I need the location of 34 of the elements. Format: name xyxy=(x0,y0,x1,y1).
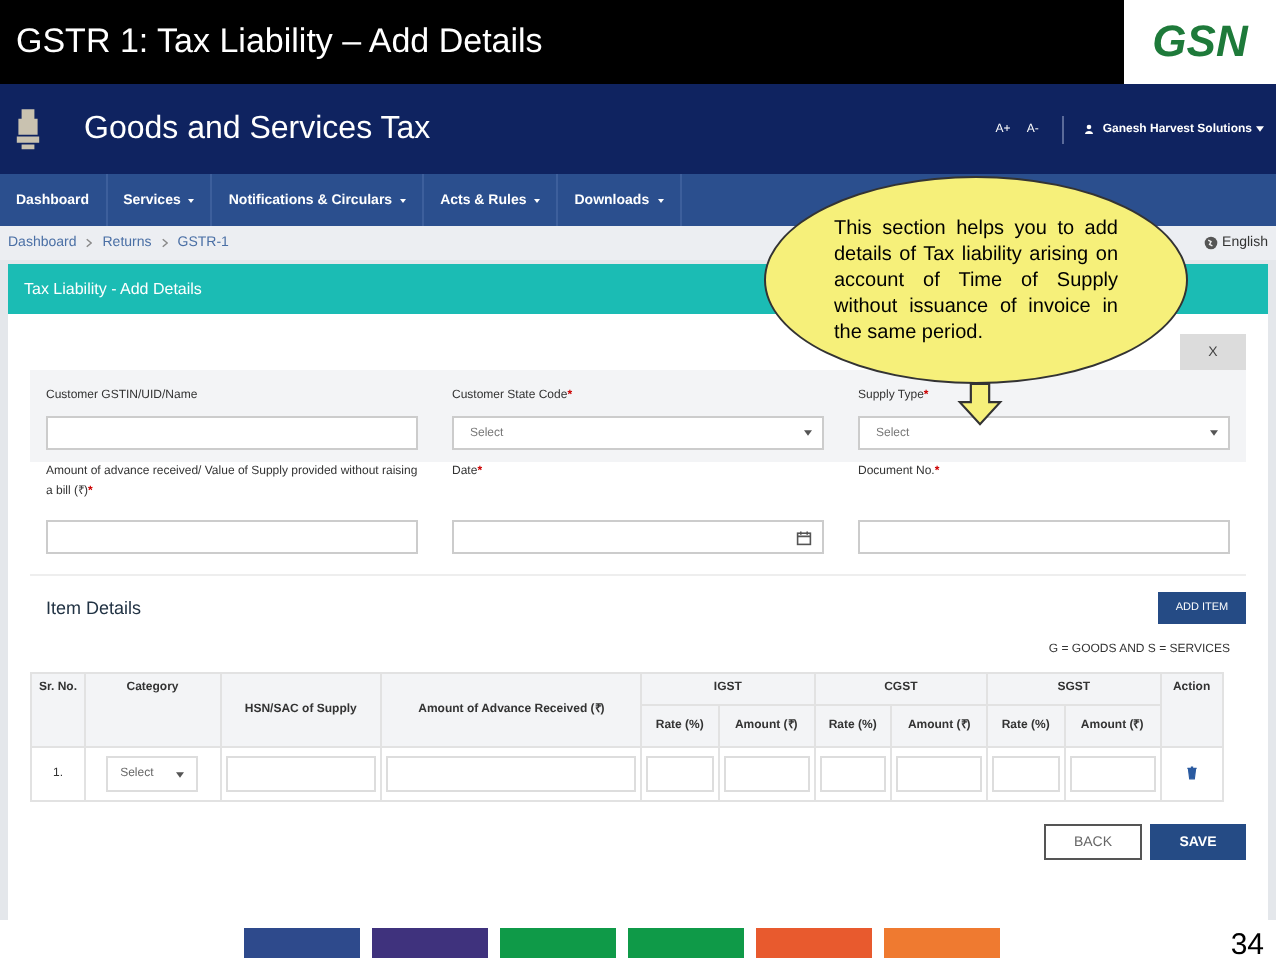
callout-text: This section helps you to add details of Tax liability arising on account of Time of Supply without issuance of invoice in the same period. xyxy=(834,215,1118,345)
input-field[interactable] xyxy=(723,756,810,792)
input-field[interactable] xyxy=(646,756,714,792)
input-field[interactable] xyxy=(225,756,377,792)
caret-icon xyxy=(804,430,812,436)
input-field[interactable] xyxy=(46,416,418,450)
caret-icon xyxy=(1256,126,1264,132)
slide-title: GSTR 1: Tax Liability – Add Details xyxy=(14,22,543,62)
chevron-icon xyxy=(161,238,168,248)
emblem-icon xyxy=(12,103,44,155)
input-field[interactable] xyxy=(1069,756,1156,792)
calendar-icon xyxy=(796,529,812,545)
input-field[interactable] xyxy=(896,756,983,792)
input-field[interactable] xyxy=(386,756,637,792)
section-title: Item Details xyxy=(46,598,142,618)
input-field[interactable] xyxy=(858,520,1230,554)
globe-icon xyxy=(1204,236,1219,250)
date-field[interactable] xyxy=(452,520,824,554)
caret-icon xyxy=(176,771,185,777)
chevron-icon xyxy=(86,238,93,248)
caret-icon xyxy=(188,197,195,203)
input-field[interactable] xyxy=(46,520,418,554)
trash-icon[interactable] xyxy=(1185,765,1198,779)
caret-icon xyxy=(657,197,664,203)
input-field[interactable] xyxy=(992,756,1060,792)
caret-icon xyxy=(1210,430,1218,436)
logo: GSN xyxy=(1124,0,1276,84)
caret-icon xyxy=(534,197,541,203)
site-title: Goods and Services Tax xyxy=(84,111,433,147)
panel-title: Tax Liability - Add Details xyxy=(24,280,202,298)
caret-icon xyxy=(400,197,407,203)
input-field[interactable] xyxy=(819,756,887,792)
user-icon xyxy=(1084,124,1095,134)
page-number: 34 xyxy=(1230,927,1266,958)
